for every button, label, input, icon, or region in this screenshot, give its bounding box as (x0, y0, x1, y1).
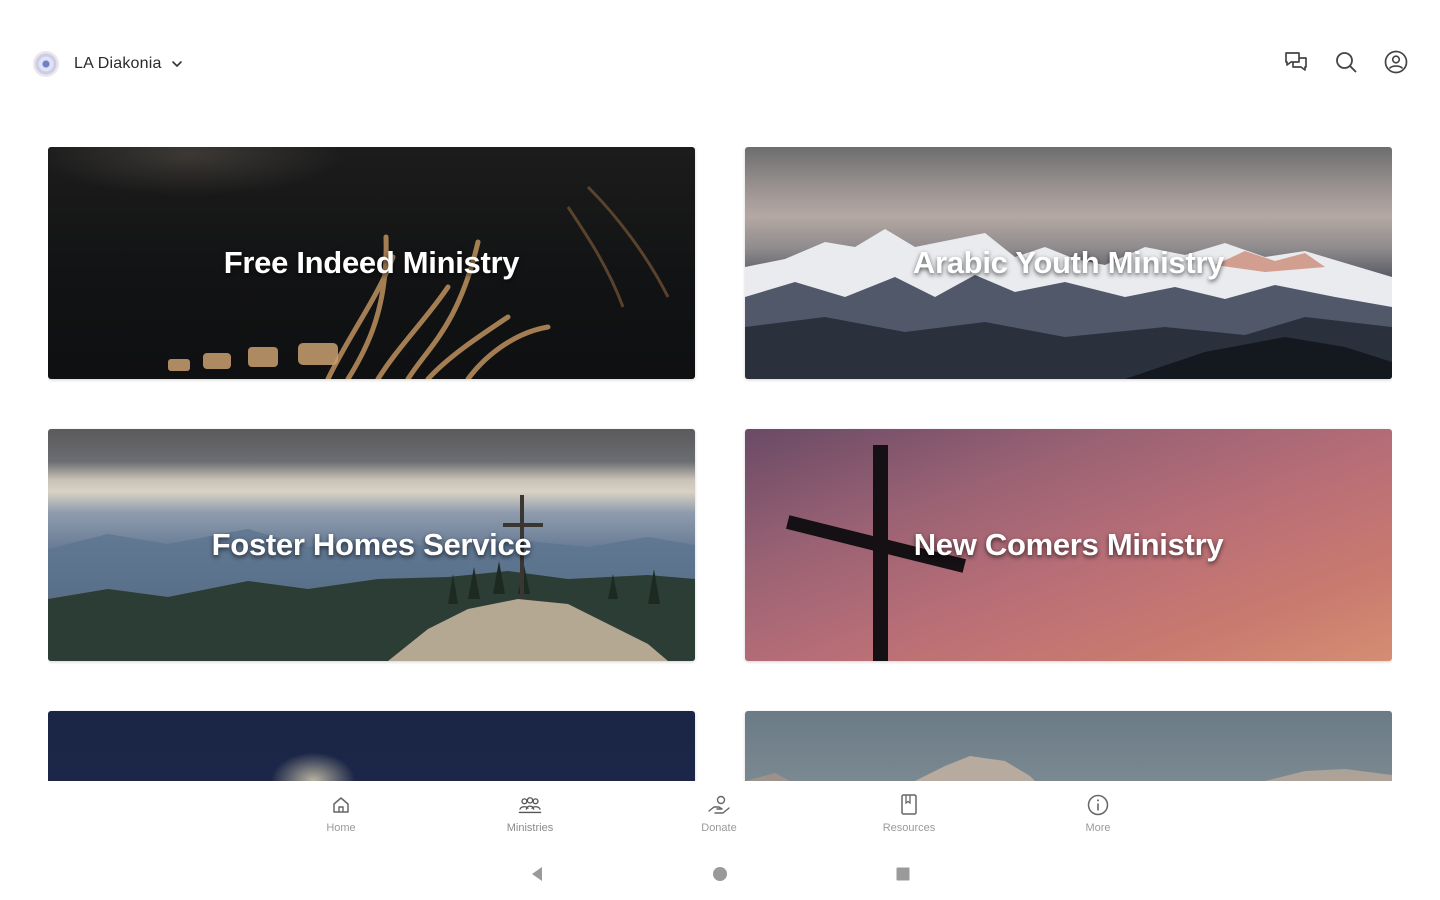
chat-icon[interactable] (1282, 48, 1310, 76)
chevron-down-icon (170, 57, 184, 71)
system-navigation-bar (0, 844, 1440, 900)
bottom-navigation: Home Ministries Donate Resources More (0, 782, 1440, 844)
ministries-icon (517, 792, 543, 818)
card-title: New Comers Ministry (913, 527, 1224, 562)
organization-switcher[interactable]: LA Diakonia (33, 50, 184, 78)
nav-label: Donate (701, 822, 737, 834)
nav-label: Home (326, 822, 356, 834)
search-icon[interactable] (1332, 48, 1360, 76)
ministry-card[interactable] (48, 711, 695, 781)
nav-more[interactable]: More (1038, 792, 1158, 834)
ministry-card-arabic-youth[interactable]: Arabic Youth Ministry (745, 147, 1392, 379)
recents-icon[interactable] (891, 862, 915, 886)
nav-label: More (1085, 822, 1111, 834)
ministry-card[interactable] (745, 711, 1392, 781)
ministry-card-new-comers[interactable]: New Comers Ministry (745, 429, 1392, 661)
home-icon (328, 792, 354, 818)
home-circle-icon[interactable] (708, 862, 732, 886)
card-title: Foster Homes Service (211, 527, 532, 562)
ministry-card-foster-homes[interactable]: Foster Homes Service (48, 429, 695, 661)
nav-donate[interactable]: Donate (659, 792, 779, 834)
back-icon[interactable] (525, 862, 549, 886)
organization-logo (33, 51, 59, 77)
card-title: Free Indeed Ministry (223, 245, 520, 280)
card-title: Arabic Youth Ministry (912, 245, 1225, 280)
organization-name: LA Diakonia (74, 55, 162, 72)
account-icon[interactable] (1382, 48, 1410, 76)
nav-label: Resources (882, 822, 936, 834)
resources-icon (896, 792, 922, 818)
nav-label: Ministries (506, 822, 554, 834)
nav-ministries[interactable]: Ministries (470, 792, 590, 834)
header-actions (1282, 48, 1410, 76)
info-icon (1085, 792, 1111, 818)
app-root: LA Diakonia Free Indeed Ministry Arabic … (0, 0, 1440, 900)
nav-resources[interactable]: Resources (849, 792, 969, 834)
nav-home[interactable]: Home (281, 792, 401, 834)
card-background-image (745, 711, 1392, 781)
top-app-bar: LA Diakonia (0, 0, 1440, 128)
ministry-card-free-indeed[interactable]: Free Indeed Ministry (48, 147, 695, 379)
card-background-image (48, 711, 695, 781)
donate-icon (706, 792, 732, 818)
ministries-grid: Free Indeed Ministry Arabic Youth Minist… (48, 147, 1392, 781)
